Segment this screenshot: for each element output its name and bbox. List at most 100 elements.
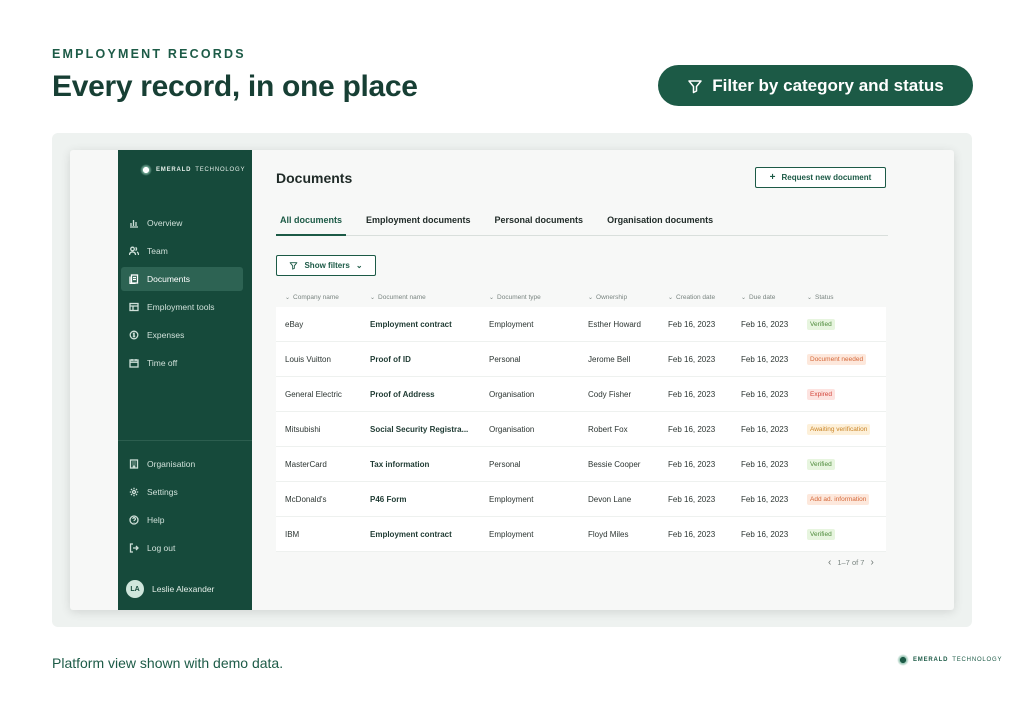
table-row[interactable]: eBay Employment contract Employment Esther … — [276, 307, 886, 342]
page-title: Documents — [276, 170, 353, 186]
plus-icon: + — [769, 172, 776, 183]
building-icon — [129, 459, 139, 469]
logout-icon — [129, 543, 139, 553]
due-date-cell: Feb 16, 2023 — [741, 494, 789, 504]
due-date-cell: Feb 16, 2023 — [741, 424, 789, 434]
sidebar-item-label: Employment tools — [147, 302, 215, 312]
document-type-cell: Employment — [489, 529, 534, 539]
sidebar-item-label: Organisation — [147, 459, 196, 469]
sidebar: EMERALD TECHNOLOGY Overview Team Document… — [118, 150, 252, 610]
show-filters-button[interactable]: Show filters ⌄ — [276, 255, 376, 276]
document-name-link[interactable]: Social Security Registra... — [361, 425, 480, 434]
section-eyebrow: EMPLOYMENT RECORDS — [52, 47, 246, 61]
sidebar-item-label: Documents — [147, 274, 190, 284]
table-row[interactable]: MasterCard Tax information Personal Bessie … — [276, 447, 886, 482]
column-header[interactable]: ⌄ Company name — [276, 294, 361, 301]
status-cell: Expired — [799, 388, 884, 400]
sidebar-item-overview[interactable]: Overview — [121, 211, 243, 235]
creation-date-cell: Feb 16, 2023 — [668, 529, 716, 539]
filter-category-status-badge: Filter by category and status — [658, 65, 973, 106]
due-date-cell: Feb 16, 2023 — [741, 319, 789, 329]
creation-date-cell: Feb 16, 2023 — [668, 354, 716, 364]
logo-mark-icon — [897, 654, 909, 666]
table-row[interactable]: Louis Vuitton Proof of ID Personal Jerome B… — [276, 342, 886, 377]
chevron-left-icon[interactable]: ‹ — [828, 557, 831, 568]
sidebar-item-help[interactable]: Help — [121, 508, 243, 532]
sidebar-item-team[interactable]: Team — [121, 239, 243, 263]
sidebar-item-label: Help — [147, 515, 165, 525]
column-header[interactable]: ⌄ Status — [799, 294, 884, 301]
document-type-cell: Personal — [489, 354, 521, 364]
documents-table: ⌄ Company name ⌄ Document name ⌄ Document t… — [276, 287, 886, 552]
sidebar-item-expenses[interactable]: Expenses — [121, 323, 243, 347]
document-type-cell: Employment — [489, 494, 534, 504]
user-profile[interactable]: LA Leslie Alexander — [126, 580, 214, 598]
status-badge: Verified — [807, 458, 835, 470]
document-name-link[interactable]: Tax information — [361, 460, 480, 469]
documents-icon — [129, 274, 139, 284]
status-cell: Add ad. information — [799, 493, 884, 505]
document-name-link[interactable]: Proof of Address — [361, 390, 480, 399]
sidebar-item-time-off[interactable]: Time off — [121, 351, 243, 375]
tab-employment-documents[interactable]: Employment documents — [362, 210, 475, 236]
column-header[interactable]: ⌄ Document type — [480, 294, 579, 301]
expenses-icon — [129, 330, 139, 340]
page-headline: Every record, in one place — [52, 70, 418, 103]
document-name-link[interactable]: Employment contract — [361, 320, 480, 329]
company-cell: McDonald's — [285, 494, 327, 504]
filter-pill-label: Filter by category and status — [712, 75, 944, 95]
table-row[interactable]: IBM Employment contract Employment Floyd Mi… — [276, 517, 886, 552]
table-row[interactable]: McDonald's P46 Form Employment Devon Lane Fe… — [276, 482, 886, 517]
ownership-cell: Jerome Bell — [588, 354, 631, 364]
column-header[interactable]: ⌄ Ownership — [579, 294, 659, 301]
app-logo: EMERALD TECHNOLOGY — [140, 164, 245, 176]
status-badge: Add ad. information — [807, 493, 870, 505]
tools-icon — [129, 302, 139, 312]
main-content: Documents + Request new document All doc… — [276, 150, 892, 610]
company-cell: General Electric — [285, 389, 342, 399]
request-new-document-button[interactable]: + Request new document — [755, 167, 886, 188]
sidebar-item-log-out[interactable]: Log out — [121, 536, 243, 560]
status-cell: Verified — [799, 528, 884, 540]
document-name-link[interactable]: Proof of ID — [361, 355, 480, 364]
due-date-cell: Feb 16, 2023 — [741, 389, 789, 399]
column-header[interactable]: ⌄ Creation date — [659, 294, 732, 301]
gear-icon — [129, 487, 139, 497]
brand-text-light: TECHNOLOGY — [952, 657, 1003, 663]
tab-organisation-documents[interactable]: Organisation documents — [603, 210, 717, 236]
sidebar-item-settings[interactable]: Settings — [121, 480, 243, 504]
ownership-cell: Devon Lane — [588, 494, 632, 504]
sidebar-item-employment-tools[interactable]: Employment tools — [121, 295, 243, 319]
sidebar-item-documents[interactable]: Documents — [121, 267, 243, 291]
status-cell: Document needed — [799, 353, 884, 365]
ownership-cell: Floyd Miles — [588, 529, 629, 539]
ownership-cell: Esther Howard — [588, 319, 641, 329]
tab-personal-documents[interactable]: Personal documents — [491, 210, 588, 236]
table-row[interactable]: General Electric Proof of Address Organisa… — [276, 377, 886, 412]
document-type-cell: Personal — [489, 459, 521, 469]
avatar: LA — [126, 580, 144, 598]
tab-all-documents[interactable]: All documents — [276, 210, 347, 236]
column-header[interactable]: ⌄ Document name — [361, 294, 480, 301]
creation-date-cell: Feb 16, 2023 — [668, 424, 716, 434]
logo-text-bold: EMERALD — [156, 167, 192, 173]
page: EMPLOYMENT RECORDS Every record, in one … — [0, 0, 1024, 717]
creation-date-cell: Feb 16, 2023 — [668, 494, 716, 504]
due-date-cell: Feb 16, 2023 — [741, 354, 789, 364]
column-header[interactable]: ⌄ Due date — [732, 294, 799, 301]
chevron-right-icon[interactable]: › — [870, 557, 873, 568]
document-name-link[interactable]: P46 Form — [361, 495, 480, 504]
sidebar-item-organisation[interactable]: Organisation — [121, 452, 243, 476]
document-type-cell: Organisation — [489, 424, 535, 434]
creation-date-cell: Feb 16, 2023 — [668, 319, 716, 329]
calendar-icon — [129, 358, 139, 368]
company-cell: Mitsubishi — [285, 424, 321, 434]
table-row[interactable]: Mitsubishi Social Security Registra... Org… — [276, 412, 886, 447]
document-name-link[interactable]: Employment contract — [361, 530, 480, 539]
company-cell: eBay — [285, 319, 304, 329]
sidebar-item-label: Expenses — [147, 330, 185, 340]
due-date-cell: Feb 16, 2023 — [741, 459, 789, 469]
brand-text-bold: EMERALD — [913, 657, 949, 663]
sidebar-item-label: Log out — [147, 543, 176, 553]
due-date-cell: Feb 16, 2023 — [741, 529, 789, 539]
